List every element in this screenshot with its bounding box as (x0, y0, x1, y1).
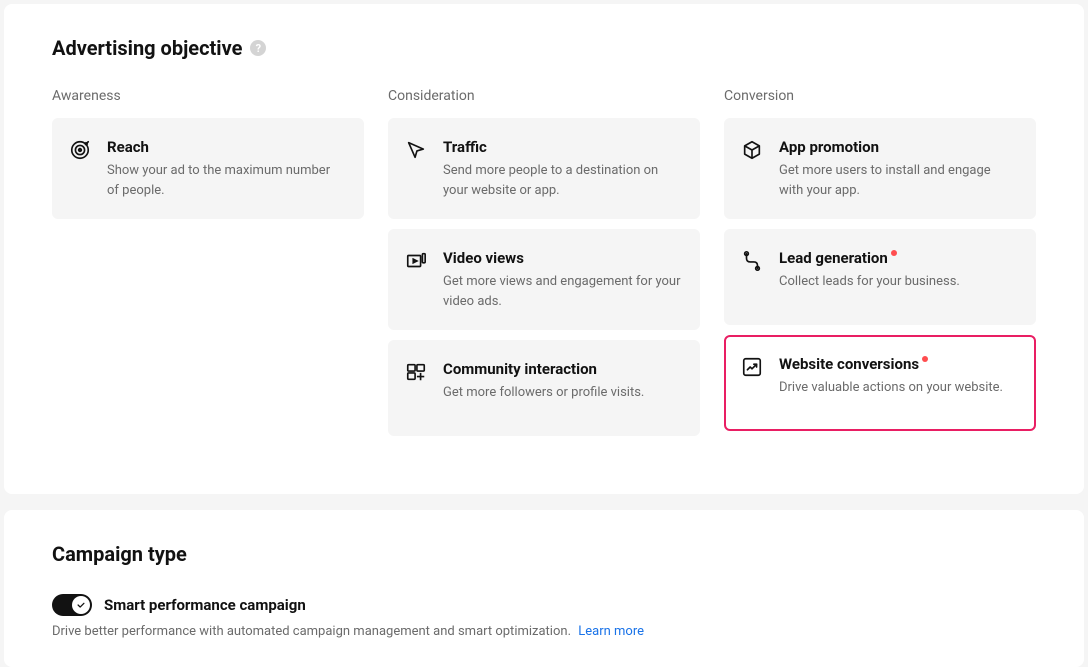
column-header-awareness: Awareness (52, 88, 364, 104)
card-body: Lead generation Collect leads for your b… (779, 248, 1017, 306)
card-desc: Show your ad to the maximum number of pe… (107, 161, 345, 200)
column-consideration: Consideration Traffic Send more people t… (388, 88, 700, 446)
section-title-objective: Advertising objective ? (52, 36, 1036, 60)
card-title: Traffic (443, 138, 487, 156)
card-desc: Get more followers or profile visits. (443, 383, 681, 403)
card-desc: Get more views and engagement for your v… (443, 272, 681, 311)
card-body: Video views Get more views and engagemen… (443, 248, 681, 311)
card-desc: Collect leads for your business. (779, 272, 1017, 292)
target-icon (69, 139, 91, 161)
card-title: Reach (107, 138, 149, 156)
card-desc: Get more users to install and engage wit… (779, 161, 1017, 200)
toggle-description: Drive better performance with automated … (52, 624, 1036, 639)
campaign-type-panel: Campaign type Smart performance campaign… (4, 510, 1084, 667)
toggle-knob (72, 596, 90, 614)
help-icon[interactable]: ? (250, 40, 266, 56)
objective-card-lead-generation[interactable]: Lead generation Collect leads for your b… (724, 229, 1036, 325)
card-body: Reach Show your ad to the maximum number… (107, 137, 345, 200)
card-body: App promotion Get more users to install … (779, 137, 1017, 200)
section-title-text: Advertising objective (52, 36, 242, 60)
community-icon (405, 361, 427, 383)
toggle-label: Smart performance campaign (104, 596, 306, 614)
card-title: Lead generation (779, 249, 888, 267)
objective-card-community[interactable]: Community interaction Get more followers… (388, 340, 700, 436)
learn-more-link[interactable]: Learn more (578, 624, 644, 639)
funnel-path-icon (741, 250, 763, 272)
card-desc: Drive valuable actions on your website. (779, 378, 1017, 398)
card-body: Community interaction Get more followers… (443, 359, 681, 417)
toggle-description-text: Drive better performance with automated … (52, 624, 571, 639)
column-header-conversion: Conversion (724, 88, 1036, 104)
column-awareness: Awareness Reach Show your ad to the maxi… (52, 88, 364, 446)
column-header-consideration: Consideration (388, 88, 700, 104)
objective-card-website-conversions[interactable]: Website conversions Drive valuable actio… (724, 335, 1036, 431)
cursor-icon (405, 139, 427, 161)
card-title: Video views (443, 249, 524, 267)
cube-icon (741, 139, 763, 161)
objective-card-app-promotion[interactable]: App promotion Get more users to install … (724, 118, 1036, 219)
card-desc: Send more people to a destination on you… (443, 161, 681, 200)
card-body: Traffic Send more people to a destinatio… (443, 137, 681, 200)
section-title-campaign-type: Campaign type (52, 542, 1036, 566)
objective-columns: Awareness Reach Show your ad to the maxi… (52, 88, 1036, 446)
smart-campaign-toggle[interactable] (52, 594, 92, 616)
card-body: Website conversions Drive valuable actio… (779, 354, 1017, 412)
section-title-text: Campaign type (52, 542, 187, 566)
objective-card-traffic[interactable]: Traffic Send more people to a destinatio… (388, 118, 700, 219)
card-title: Community interaction (443, 360, 597, 378)
video-icon (405, 250, 427, 272)
smart-campaign-toggle-row: Smart performance campaign (52, 594, 1036, 616)
card-title: Website conversions (779, 355, 919, 373)
advertising-objective-panel: Advertising objective ? Awareness Reach … (4, 4, 1084, 494)
card-title: App promotion (779, 138, 879, 156)
objective-card-reach[interactable]: Reach Show your ad to the maximum number… (52, 118, 364, 219)
trend-up-icon (741, 356, 763, 378)
column-conversion: Conversion App promotion Get more users … (724, 88, 1036, 446)
objective-card-video-views[interactable]: Video views Get more views and engagemen… (388, 229, 700, 330)
